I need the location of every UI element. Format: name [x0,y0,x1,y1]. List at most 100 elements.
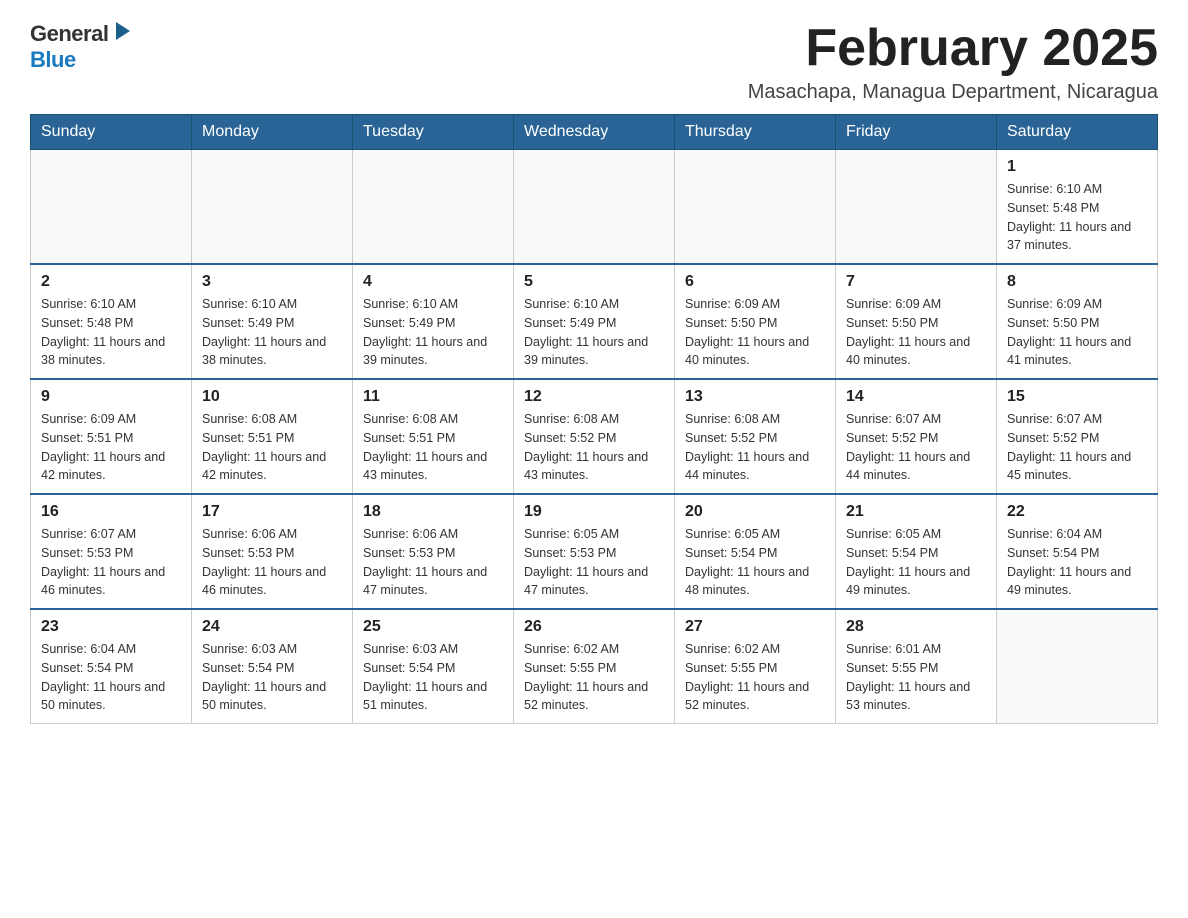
table-row [514,150,675,265]
page-header: General Blue February 2025 Masachapa, Ma… [30,20,1158,104]
table-row [353,150,514,265]
day-info: Sunrise: 6:05 AMSunset: 5:54 PMDaylight:… [685,525,825,600]
day-number: 19 [524,503,664,521]
day-info: Sunrise: 6:03 AMSunset: 5:54 PMDaylight:… [202,640,342,715]
day-number: 5 [524,273,664,291]
day-number: 16 [41,503,181,521]
table-row [192,150,353,265]
table-row: 28 Sunrise: 6:01 AMSunset: 5:55 PMDayligh… [836,609,997,724]
table-row: 12 Sunrise: 6:08 AMSunset: 5:52 PMDayligh… [514,379,675,494]
day-info: Sunrise: 6:08 AMSunset: 5:52 PMDaylight:… [524,410,664,485]
header-monday: Monday [192,115,353,150]
day-number: 25 [363,618,503,636]
logo-blue-text: Blue [30,47,76,73]
day-number: 14 [846,388,986,406]
day-info: Sunrise: 6:09 AMSunset: 5:51 PMDaylight:… [41,410,181,485]
day-number: 28 [846,618,986,636]
day-number: 1 [1007,158,1147,176]
header-thursday: Thursday [675,115,836,150]
table-row: 10Sunrise: 6:08 AMSunset: 5:51 PMDayligh… [192,379,353,494]
week-row-4: 23 Sunrise: 6:04 AMSunset: 5:54 PMDayligh… [31,609,1158,724]
table-row: 1 Sunrise: 6:10 AMSunset: 5:48 PMDaylight… [997,150,1158,265]
table-row: 8 Sunrise: 6:09 AMSunset: 5:50 PMDaylight… [997,264,1158,379]
day-info: Sunrise: 6:10 AMSunset: 5:49 PMDaylight:… [363,295,503,370]
table-row: 14 Sunrise: 6:07 AMSunset: 5:52 PMDayligh… [836,379,997,494]
day-info: Sunrise: 6:06 AMSunset: 5:53 PMDaylight:… [202,525,342,600]
week-row-1: 2Sunrise: 6:10 AMSunset: 5:48 PMDaylight… [31,264,1158,379]
table-row: 2Sunrise: 6:10 AMSunset: 5:48 PMDaylight… [31,264,192,379]
table-row: 9 Sunrise: 6:09 AMSunset: 5:51 PMDaylight… [31,379,192,494]
table-row: 11 Sunrise: 6:08 AMSunset: 5:51 PMDayligh… [353,379,514,494]
logo-general-text: General [30,21,108,47]
day-number: 3 [202,273,342,291]
location-title: Masachapa, Managua Department, Nicaragua [748,81,1158,104]
day-info: Sunrise: 6:10 AMSunset: 5:48 PMDaylight:… [1007,180,1147,255]
table-row: 24 Sunrise: 6:03 AMSunset: 5:54 PMDayligh… [192,609,353,724]
day-info: Sunrise: 6:03 AMSunset: 5:54 PMDaylight:… [363,640,503,715]
table-row: 16 Sunrise: 6:07 AMSunset: 5:53 PMDayligh… [31,494,192,609]
table-row: 6 Sunrise: 6:09 AMSunset: 5:50 PMDaylight… [675,264,836,379]
week-row-3: 16 Sunrise: 6:07 AMSunset: 5:53 PMDayligh… [31,494,1158,609]
month-title: February 2025 [748,20,1158,77]
table-row: 15 Sunrise: 6:07 AMSunset: 5:52 PMDayligh… [997,379,1158,494]
day-number: 17 [202,503,342,521]
day-number: 22 [1007,503,1147,521]
day-info: Sunrise: 6:10 AMSunset: 5:49 PMDaylight:… [202,295,342,370]
day-info: Sunrise: 6:10 AMSunset: 5:49 PMDaylight:… [524,295,664,370]
table-row [836,150,997,265]
table-row: 18 Sunrise: 6:06 AMSunset: 5:53 PMDayligh… [353,494,514,609]
week-row-0: 1 Sunrise: 6:10 AMSunset: 5:48 PMDaylight… [31,150,1158,265]
table-row: 27Sunrise: 6:02 AMSunset: 5:55 PMDayligh… [675,609,836,724]
day-number: 23 [41,618,181,636]
table-row: 4 Sunrise: 6:10 AMSunset: 5:49 PMDaylight… [353,264,514,379]
day-number: 10 [202,388,342,406]
day-info: Sunrise: 6:05 AMSunset: 5:53 PMDaylight:… [524,525,664,600]
day-number: 4 [363,273,503,291]
day-info: Sunrise: 6:09 AMSunset: 5:50 PMDaylight:… [1007,295,1147,370]
table-row: 23 Sunrise: 6:04 AMSunset: 5:54 PMDayligh… [31,609,192,724]
logo: General Blue [30,20,132,73]
day-number: 6 [685,273,825,291]
table-row: 22Sunrise: 6:04 AMSunset: 5:54 PMDayligh… [997,494,1158,609]
day-info: Sunrise: 6:04 AMSunset: 5:54 PMDaylight:… [41,640,181,715]
day-number: 8 [1007,273,1147,291]
table-row [675,150,836,265]
day-info: Sunrise: 6:07 AMSunset: 5:52 PMDaylight:… [1007,410,1147,485]
day-number: 12 [524,388,664,406]
day-info: Sunrise: 6:02 AMSunset: 5:55 PMDaylight:… [524,640,664,715]
day-number: 13 [685,388,825,406]
day-number: 21 [846,503,986,521]
calendar-table: Sunday Monday Tuesday Wednesday Thursday… [30,114,1158,724]
day-number: 26 [524,618,664,636]
day-info: Sunrise: 6:05 AMSunset: 5:54 PMDaylight:… [846,525,986,600]
day-number: 18 [363,503,503,521]
logo-arrow-icon [110,20,132,42]
day-info: Sunrise: 6:06 AMSunset: 5:53 PMDaylight:… [363,525,503,600]
table-row: 17 Sunrise: 6:06 AMSunset: 5:53 PMDayligh… [192,494,353,609]
day-info: Sunrise: 6:09 AMSunset: 5:50 PMDaylight:… [846,295,986,370]
table-row: 3 Sunrise: 6:10 AMSunset: 5:49 PMDaylight… [192,264,353,379]
day-info: Sunrise: 6:01 AMSunset: 5:55 PMDaylight:… [846,640,986,715]
day-number: 7 [846,273,986,291]
day-info: Sunrise: 6:08 AMSunset: 5:51 PMDaylight:… [363,410,503,485]
day-number: 9 [41,388,181,406]
day-number: 11 [363,388,503,406]
table-row: 20 Sunrise: 6:05 AMSunset: 5:54 PMDayligh… [675,494,836,609]
day-info: Sunrise: 6:07 AMSunset: 5:53 PMDaylight:… [41,525,181,600]
day-info: Sunrise: 6:10 AMSunset: 5:48 PMDaylight:… [41,295,181,370]
table-row: 13Sunrise: 6:08 AMSunset: 5:52 PMDayligh… [675,379,836,494]
header-wednesday: Wednesday [514,115,675,150]
day-info: Sunrise: 6:02 AMSunset: 5:55 PMDaylight:… [685,640,825,715]
day-info: Sunrise: 6:09 AMSunset: 5:50 PMDaylight:… [685,295,825,370]
table-row [31,150,192,265]
weekday-header-row: Sunday Monday Tuesday Wednesday Thursday… [31,115,1158,150]
day-number: 15 [1007,388,1147,406]
table-row: 5 Sunrise: 6:10 AMSunset: 5:49 PMDaylight… [514,264,675,379]
day-number: 24 [202,618,342,636]
day-info: Sunrise: 6:07 AMSunset: 5:52 PMDaylight:… [846,410,986,485]
table-row: 25 Sunrise: 6:03 AMSunset: 5:54 PMDayligh… [353,609,514,724]
header-tuesday: Tuesday [353,115,514,150]
day-number: 20 [685,503,825,521]
table-row: 26 Sunrise: 6:02 AMSunset: 5:55 PMDayligh… [514,609,675,724]
table-row: 19 Sunrise: 6:05 AMSunset: 5:53 PMDayligh… [514,494,675,609]
